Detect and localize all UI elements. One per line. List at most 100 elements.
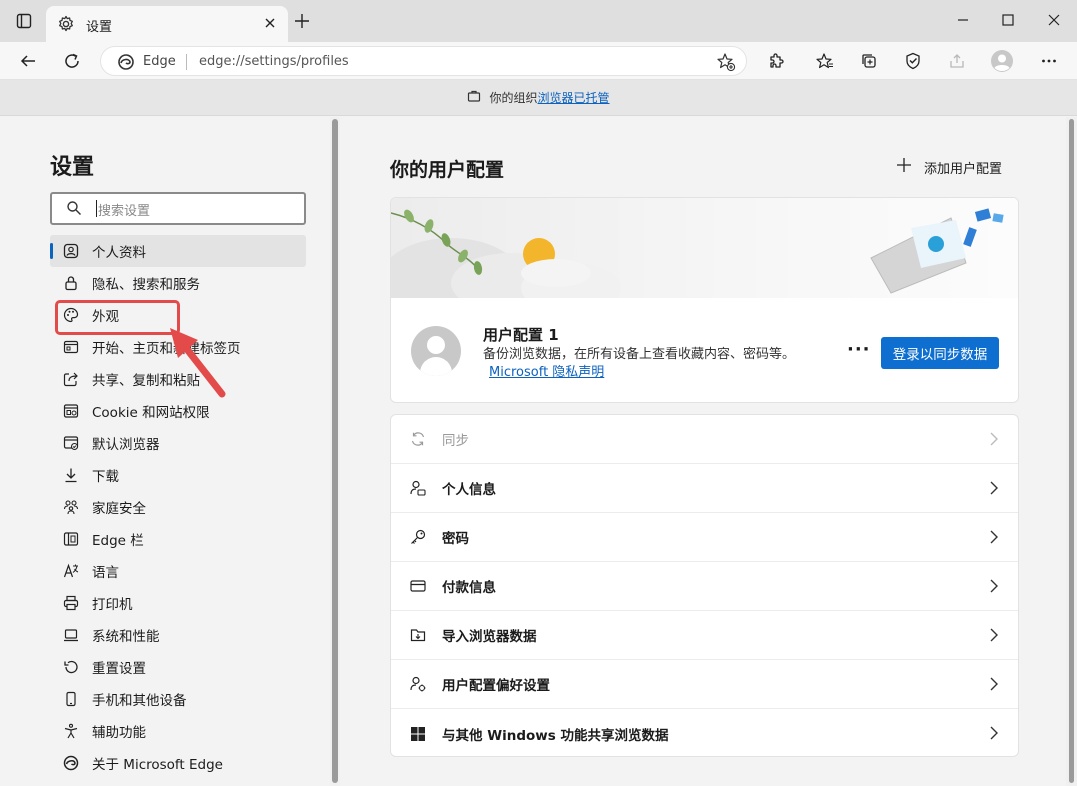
briefcase-icon	[467, 89, 481, 106]
row-label: 同步	[442, 433, 469, 449]
main-scrollbar[interactable]	[1066, 117, 1077, 786]
profile-preferences-icon	[409, 675, 427, 693]
sidebar-item-downloads[interactable]: 下载	[50, 459, 306, 491]
plus-icon	[896, 157, 912, 177]
sidebar-item-privacy[interactable]: 隐私、搜索和服务	[50, 267, 306, 299]
sidebar-item-label: 下载	[92, 469, 119, 485]
gear-icon	[57, 15, 75, 37]
sidebar-item-profiles[interactable]: 个人资料	[50, 235, 306, 267]
row-sync[interactable]: 同步	[391, 415, 1018, 464]
sidebar-item-label: 系统和性能	[92, 629, 160, 645]
row-import-data[interactable]: 导入浏览器数据	[391, 611, 1018, 660]
accessibility-icon	[62, 722, 80, 740]
page-title: 你的用户配置	[390, 159, 505, 181]
sidebar-item-reset[interactable]: 重置设置	[50, 651, 306, 683]
sidebar-item-label: 家庭安全	[92, 501, 146, 517]
sidebar-item-label: 辅助功能	[92, 725, 146, 741]
language-icon	[62, 562, 80, 580]
settings-sidebar: 设置 搜索设置 个人资料 隐私、搜索和服务 外观 开始、主页和新建标签页 共享、…	[0, 117, 340, 786]
row-label: 密码	[442, 531, 469, 547]
managed-banner: 你的组织 浏览器已托管	[0, 80, 1077, 116]
lock-icon	[62, 274, 80, 292]
scrollbar-thumb[interactable]	[332, 119, 338, 783]
managed-link[interactable]: 浏览器已托管	[538, 89, 610, 106]
profile-more-button[interactable]: ···	[847, 339, 871, 360]
row-payment-info[interactable]: 付款信息	[391, 562, 1018, 611]
profile-name: 用户配置 1	[483, 326, 559, 344]
row-profile-preferences[interactable]: 用户配置偏好设置	[391, 660, 1018, 709]
sidebar-item-default-browser[interactable]: 默认浏览器	[50, 427, 306, 459]
row-label: 与其他 Windows 功能共享浏览数据	[442, 727, 669, 744]
chevron-right-icon	[988, 725, 1000, 745]
new-tab-icon[interactable]	[294, 13, 310, 33]
tab-settings[interactable]: 设置	[46, 6, 288, 42]
sidebar-item-label: 重置设置	[92, 661, 146, 677]
profile-description-text: 备份浏览数据，在所有设备上查看收藏内容、密码等。	[483, 347, 796, 362]
scrollbar-thumb[interactable]	[1069, 119, 1074, 783]
row-label: 用户配置偏好设置	[442, 678, 550, 694]
sidebar-item-about[interactable]: 关于 Microsoft Edge	[50, 747, 306, 779]
sidebar-item-phone-devices[interactable]: 手机和其他设备	[50, 683, 306, 715]
address-separator	[186, 54, 187, 70]
family-icon	[62, 498, 80, 516]
tab-title: 设置	[86, 20, 113, 35]
sidebar-item-label: Edge 栏	[92, 533, 144, 549]
maximize-icon[interactable]	[1000, 12, 1016, 32]
tab-actions-icon[interactable]	[12, 9, 36, 33]
sidebar-scrollbar[interactable]	[330, 117, 340, 786]
avatar-body	[420, 357, 452, 376]
add-profile-button[interactable]: 添加用户配置	[896, 157, 1002, 177]
browser-essentials-icon[interactable]	[901, 49, 925, 73]
sidebar-item-languages[interactable]: 语言	[50, 555, 306, 587]
refresh-icon[interactable]	[60, 49, 84, 73]
extensions-icon[interactable]	[764, 49, 788, 73]
close-tab-icon[interactable]	[263, 16, 277, 34]
minimize-icon[interactable]	[955, 12, 971, 32]
row-personal-info[interactable]: 个人信息	[391, 464, 1018, 513]
add-favorite-icon[interactable]	[716, 52, 736, 76]
row-windows-sharing[interactable]: 与其他 Windows 功能共享浏览数据	[391, 709, 1018, 756]
system-icon	[62, 626, 80, 644]
back-icon[interactable]	[16, 49, 40, 73]
sidebar-item-system-performance[interactable]: 系统和性能	[50, 619, 306, 651]
chevron-right-icon	[988, 529, 1000, 549]
annotation-arrow	[170, 328, 226, 398]
url-text[interactable]: edge://settings/profiles	[199, 54, 349, 69]
sidebar-item-edge-bar[interactable]: Edge 栏	[50, 523, 306, 555]
signin-sync-button[interactable]: 登录以同步数据	[881, 337, 999, 369]
favorites-icon[interactable]	[813, 49, 837, 73]
search-placeholder: 搜索设置	[98, 204, 151, 219]
sidebar-item-label: Cookie 和网站权限	[92, 405, 210, 421]
sidebar-title: 设置	[50, 155, 95, 180]
profile-avatar-icon[interactable]	[990, 49, 1014, 73]
sidebar-item-label: 关于 Microsoft Edge	[92, 757, 223, 773]
close-window-icon[interactable]	[1046, 12, 1062, 32]
row-label: 付款信息	[442, 580, 496, 596]
row-passwords[interactable]: 密码	[391, 513, 1018, 562]
avatar-head	[427, 336, 445, 354]
edge-bar-icon	[62, 530, 80, 548]
windows-icon	[409, 725, 427, 743]
sidebar-item-family-safety[interactable]: 家庭安全	[50, 491, 306, 523]
sidebar-item-label: 默认浏览器	[92, 437, 160, 453]
address-bar[interactable]: Edge edge://settings/profiles	[100, 46, 747, 76]
sidebar-item-printers[interactable]: 打印机	[50, 587, 306, 619]
more-menu-icon[interactable]	[1037, 49, 1061, 73]
row-label: 导入浏览器数据	[442, 629, 537, 645]
edge-logo-icon	[117, 53, 135, 75]
share-icon	[62, 370, 80, 388]
collections-icon[interactable]	[857, 49, 881, 73]
import-icon	[409, 626, 427, 644]
profile-card: 用户配置 1 备份浏览数据，在所有设备上查看收藏内容、密码等。 Microsoft…	[390, 197, 1019, 403]
privacy-link[interactable]: Microsoft 隐私声明	[489, 365, 604, 380]
reset-icon	[62, 658, 80, 676]
avatar	[411, 326, 461, 376]
profile-settings-list: 同步 个人信息 密码 付款信息 导入浏览器数据 用户配置偏好设置 与其他 Win…	[390, 414, 1019, 757]
sidebar-item-accessibility[interactable]: 辅助功能	[50, 715, 306, 747]
share-icon[interactable]	[945, 49, 969, 73]
search-input[interactable]: 搜索设置	[50, 192, 306, 225]
sidebar-item-label: 个人资料	[92, 245, 146, 261]
personal-info-icon	[409, 479, 427, 497]
profile-banner-illustration	[391, 198, 1018, 318]
profile-icon	[62, 242, 80, 260]
